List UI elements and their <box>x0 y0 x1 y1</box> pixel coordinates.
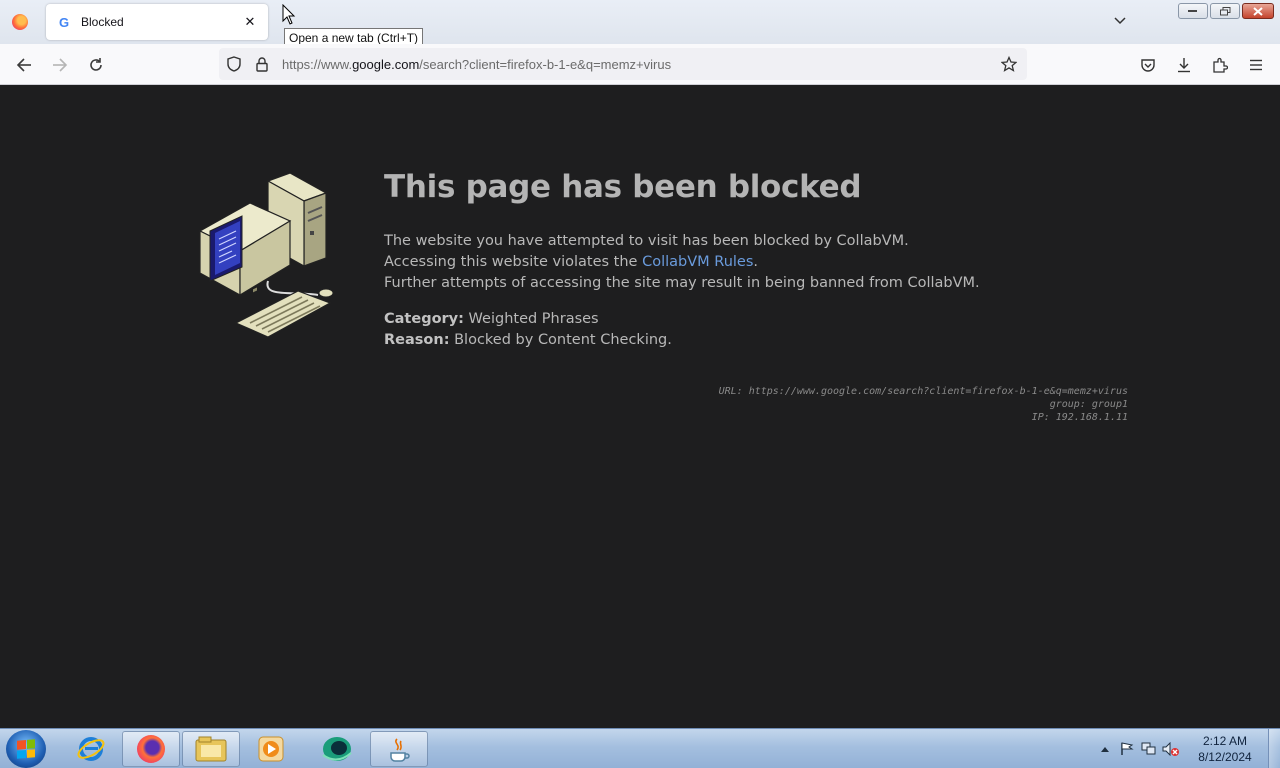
taskbar-green-app[interactable] <box>308 731 366 767</box>
rules-prefix: Accessing this website violates the <box>384 254 643 270</box>
extensions-button[interactable] <box>1207 52 1233 78</box>
bookmark-star-icon[interactable] <box>995 48 1023 80</box>
windows-logo-icon <box>17 739 35 759</box>
clock-time: 2:12 AM <box>1202 734 1248 748</box>
taskbar-windows-explorer[interactable] <box>182 731 240 767</box>
category-row: Category: Weighted Phrases <box>384 309 672 330</box>
clock-date: 8/12/2024 <box>1198 750 1252 764</box>
firefox-view-button[interactable] <box>0 0 40 44</box>
chevron-up-icon <box>1101 747 1109 752</box>
minimize-button[interactable] <box>1178 3 1208 19</box>
network-icon[interactable] <box>1138 738 1160 760</box>
forward-button[interactable] <box>47 52 73 78</box>
address-bar[interactable]: https://www.google.com/search?client=fir… <box>219 48 1027 80</box>
block-meta: Category: Weighted Phrases Reason: Block… <box>384 309 672 351</box>
back-button[interactable] <box>11 52 37 78</box>
action-center-flag-icon[interactable] <box>1116 738 1138 760</box>
block-message-line-2: Accessing this website violates the Coll… <box>384 252 980 273</box>
media-player-icon <box>258 736 284 762</box>
reason-label: Reason: <box>384 332 450 348</box>
show-hidden-icons-button[interactable] <box>1094 738 1116 760</box>
block-message-line-3: Further attempts of accessing the site m… <box>384 275 980 291</box>
system-tray: 2:12 AM 8/12/2024 <box>1094 729 1280 768</box>
tab-close-icon[interactable]: ✕ <box>242 15 258 30</box>
page-content: This page has been blocked The website y… <box>0 85 1280 728</box>
download-icon <box>1178 58 1190 73</box>
tab-strip: G Blocked ✕ <box>0 0 1280 44</box>
reload-icon <box>90 58 102 71</box>
rules-suffix: . <box>753 254 759 270</box>
url-host: google.com <box>352 56 420 72</box>
show-desktop-button[interactable] <box>1268 729 1280 768</box>
minimize-icon <box>1188 10 1197 12</box>
green-app-icon <box>322 737 352 761</box>
firefox-icon <box>137 735 165 763</box>
url-text[interactable]: https://www.google.com/search?client=fir… <box>282 57 671 72</box>
chevron-down-icon <box>1114 17 1126 25</box>
taskbar-internet-explorer[interactable] <box>62 731 120 767</box>
restore-button[interactable] <box>1210 3 1240 19</box>
tracking-protection-shield-icon[interactable] <box>220 48 248 80</box>
reload-button[interactable] <box>83 52 109 78</box>
google-g-icon: G <box>58 14 70 30</box>
start-button[interactable] <box>6 730 46 768</box>
puzzle-piece-icon <box>1213 57 1228 73</box>
system-clock[interactable]: 2:12 AM 8/12/2024 <box>1182 733 1268 765</box>
app-menu-button[interactable] <box>1243 52 1269 78</box>
internet-explorer-icon <box>77 737 105 761</box>
firefox-icon <box>12 14 28 30</box>
navigation-toolbar: https://www.google.com/search?client=fir… <box>0 44 1280 85</box>
taskbar: 2:12 AM 8/12/2024 <box>0 728 1280 768</box>
taskbar-firefox[interactable] <box>122 731 180 767</box>
tab-blocked[interactable]: G Blocked ✕ <box>46 4 268 40</box>
details-ip: IP: 192.168.1.11 <box>1031 412 1128 423</box>
request-details: URL: https://www.google.com/search?clien… <box>719 385 1128 424</box>
back-arrow-icon <box>16 58 31 72</box>
category-value: Weighted Phrases <box>468 311 599 327</box>
details-group: group: group1 <box>1049 399 1128 410</box>
url-prefix: https://www. <box>282 56 353 72</box>
retro-computer-illustration <box>198 173 334 338</box>
lock-icon[interactable] <box>248 48 276 80</box>
mouse-cursor-icon <box>282 4 296 25</box>
list-all-tabs-button[interactable] <box>1110 10 1130 32</box>
tab-title: Blocked <box>81 15 124 29</box>
hamburger-menu-icon <box>1250 59 1262 71</box>
downloads-button[interactable] <box>1171 52 1197 78</box>
pocket-button[interactable] <box>1135 52 1161 78</box>
close-icon <box>1253 6 1263 16</box>
block-message: The website you have attempted to visit … <box>384 231 980 294</box>
pocket-icon <box>1141 58 1155 72</box>
details-url: URL: https://www.google.com/search?clien… <box>718 386 1128 397</box>
reason-row: Reason: Blocked by Content Checking. <box>384 330 672 351</box>
java-icon <box>390 738 410 762</box>
page-title: This page has been blocked <box>384 169 862 205</box>
volume-muted-icon[interactable] <box>1160 738 1182 760</box>
close-window-button[interactable] <box>1242 3 1274 19</box>
reason-value: Blocked by Content Checking. <box>454 332 672 348</box>
window-controls <box>1178 3 1274 19</box>
block-message-line-1: The website you have attempted to visit … <box>384 233 909 249</box>
forward-arrow-icon <box>53 58 68 72</box>
restore-icon <box>1219 6 1230 15</box>
taskbar-java[interactable] <box>370 731 428 767</box>
url-path: /search?client=firefox-b-1-e&q=memz+viru… <box>419 56 672 72</box>
category-label: Category: <box>384 311 464 327</box>
collabvm-rules-link[interactable]: CollabVM Rules <box>642 254 753 270</box>
taskbar-media-player[interactable] <box>242 731 300 767</box>
windows-explorer-icon <box>195 736 227 762</box>
